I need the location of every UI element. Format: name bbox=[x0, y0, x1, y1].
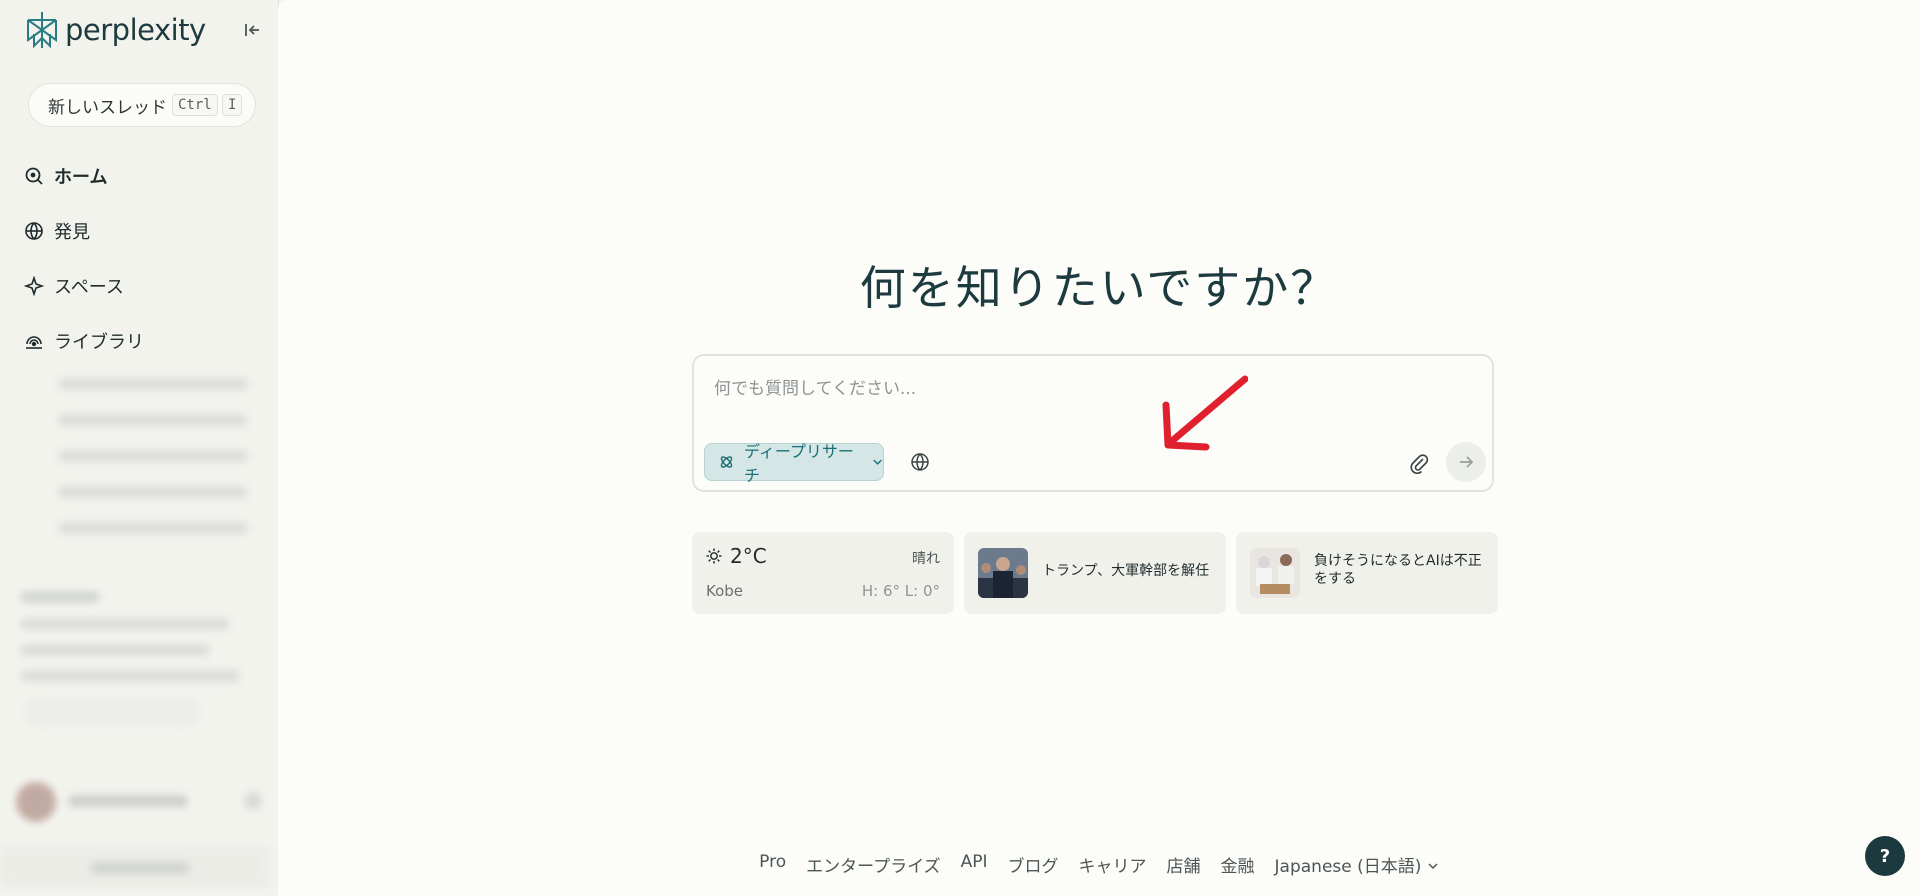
sun-icon bbox=[706, 548, 722, 564]
sidebar-item-label: スペース bbox=[54, 277, 124, 298]
news-thumbnail bbox=[978, 548, 1028, 598]
collapse-sidebar-button[interactable] bbox=[240, 18, 264, 42]
logo-text: perplexity bbox=[65, 13, 206, 47]
footer-links: Pro エンタープライズ API ブログ キャリア 店舗 金融 Japanese… bbox=[278, 852, 1920, 877]
atom-icon bbox=[720, 456, 733, 468]
promo-text bbox=[20, 618, 230, 630]
footer-link-enterprise[interactable]: エンタープライズ bbox=[806, 852, 940, 877]
language-label: Japanese (日本語) bbox=[1274, 857, 1422, 877]
library-icon bbox=[26, 336, 42, 349]
weather-city: Kobe bbox=[706, 582, 744, 600]
avatar[interactable] bbox=[16, 782, 56, 822]
logo[interactable]: perplexity bbox=[25, 10, 206, 50]
new-thread-button[interactable]: 新しいスレッド Ctrl I bbox=[28, 83, 256, 127]
sidebar-item-label: ホーム bbox=[54, 167, 108, 188]
news-headline: トランプ、大軍幹部を解任 bbox=[1042, 563, 1210, 579]
submit-button[interactable] bbox=[1446, 442, 1486, 482]
new-thread-label: 新しいスレッド bbox=[48, 97, 167, 118]
sidebar-item-library[interactable]: ライブラリ bbox=[24, 328, 144, 354]
help-button[interactable]: ? bbox=[1865, 836, 1905, 876]
sidebar-item-spaces[interactable]: スペース bbox=[24, 273, 124, 299]
weather-temperature: 2°C bbox=[730, 544, 767, 568]
page-title: 何を知りたいですか？ bbox=[859, 261, 1339, 315]
main-panel: 何を知りたいですか？ ディープリサーチ bbox=[278, 0, 1920, 896]
collapse-left-icon bbox=[245, 24, 259, 36]
download-app-label bbox=[90, 862, 190, 874]
footer-link-blog[interactable]: ブログ bbox=[1008, 852, 1059, 877]
weather-condition: 晴れ bbox=[912, 551, 940, 567]
settings-icon[interactable] bbox=[244, 792, 262, 810]
news-card[interactable]: トランプ、大軍幹部を解任 bbox=[964, 532, 1226, 614]
globe-icon bbox=[911, 453, 929, 471]
news-thumbnail bbox=[1250, 548, 1300, 598]
search-box[interactable]: ディープリサーチ bbox=[692, 354, 1494, 492]
sparkle-icon bbox=[24, 276, 44, 296]
shortcut-key-i: I bbox=[222, 94, 243, 116]
library-thread-item[interactable] bbox=[58, 414, 248, 426]
footer-link-careers[interactable]: キャリア bbox=[1079, 852, 1147, 877]
shortcut-key-ctrl: Ctrl bbox=[172, 94, 218, 116]
news-card[interactable]: 負けそうになるとAIは不正をする bbox=[1236, 532, 1498, 614]
news-headline: 負けそうになるとAIは不正をする bbox=[1314, 553, 1482, 587]
home-search-icon bbox=[25, 167, 43, 185]
sidebar-item-label: 発見 bbox=[54, 222, 90, 243]
promo-text bbox=[20, 644, 210, 656]
perplexity-logo-icon bbox=[27, 12, 57, 49]
promo-title bbox=[20, 591, 100, 603]
sources-button[interactable] bbox=[910, 452, 930, 472]
globe-icon bbox=[25, 222, 43, 240]
weather-high-low: H: 6° L: 0° bbox=[861, 582, 940, 600]
sidebar-item-discover[interactable]: 発見 bbox=[24, 218, 90, 244]
footer-link-api[interactable]: API bbox=[961, 852, 988, 877]
library-thread-item[interactable] bbox=[58, 522, 248, 534]
sidebar: perplexity 新しいスレッド Ctrl I ホーム 発見 スペース ライ… bbox=[0, 0, 279, 896]
footer-link-store[interactable]: 店舗 bbox=[1167, 852, 1201, 877]
annotation-arrow-icon bbox=[1162, 375, 1248, 451]
sidebar-item-label: ライブラリ bbox=[54, 332, 144, 353]
username[interactable] bbox=[68, 795, 188, 807]
library-thread-item[interactable] bbox=[58, 450, 248, 462]
promo-button[interactable] bbox=[24, 697, 200, 727]
language-selector[interactable]: Japanese (日本語) bbox=[1275, 852, 1439, 877]
footer-link-finance[interactable]: 金融 bbox=[1221, 852, 1255, 877]
chevron-down-icon bbox=[873, 459, 882, 465]
attach-file-button[interactable] bbox=[1408, 452, 1430, 474]
paperclip-icon bbox=[1410, 454, 1429, 474]
deep-research-mode-button[interactable]: ディープリサーチ bbox=[704, 442, 884, 485]
weather-card[interactable]: 2°C 晴れ Kobe H: 6° L: 0° bbox=[692, 532, 954, 614]
arrow-right-icon bbox=[1460, 456, 1474, 468]
library-thread-item[interactable] bbox=[58, 378, 248, 390]
footer-link-pro[interactable]: Pro bbox=[759, 852, 786, 877]
search-input[interactable] bbox=[712, 374, 1456, 404]
chevron-down-icon bbox=[1428, 863, 1438, 870]
promo-text bbox=[20, 670, 240, 682]
sidebar-item-home[interactable]: ホーム bbox=[24, 163, 107, 189]
mode-label: ディープリサーチ bbox=[743, 442, 854, 485]
library-thread-item[interactable] bbox=[58, 486, 248, 498]
